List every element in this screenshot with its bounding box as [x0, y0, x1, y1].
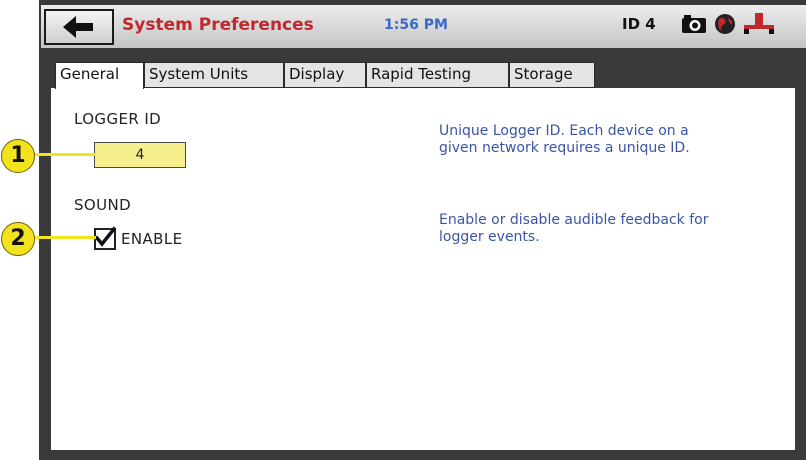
sound-help-line: Enable or disable audible feedback for: [439, 212, 709, 228]
logger-id-help-line: given network requires a unique ID.: [439, 140, 690, 156]
logger-id-help: Unique Logger ID. Each device on a given…: [439, 123, 690, 157]
logger-id-help-line: Unique Logger ID. Each device on a: [439, 123, 689, 139]
sound-enable-checkbox[interactable]: [94, 226, 116, 250]
callout-leader-2: [30, 236, 96, 239]
sound-enable-label[interactable]: ENABLE: [121, 230, 183, 248]
clock: 1:56 PM: [384, 17, 448, 33]
globe-icon[interactable]: [714, 13, 736, 35]
camera-icon[interactable]: [681, 14, 707, 34]
sound-help-line: logger events.: [439, 229, 540, 245]
logger-id-input[interactable]: 4: [94, 142, 186, 168]
callout-2: 2: [1, 222, 35, 256]
tab-display[interactable]: Display: [284, 62, 366, 88]
sound-label: SOUND: [74, 196, 132, 214]
network-icon[interactable]: [742, 11, 776, 37]
checkmark-icon: [94, 226, 116, 247]
tab-system-units[interactable]: System Units: [144, 62, 284, 88]
callout-leader-1: [30, 153, 96, 156]
callout-1: 1: [1, 139, 35, 173]
device-id: ID 4: [622, 15, 656, 33]
logger-id-label: LOGGER ID: [74, 110, 162, 128]
tab-general[interactable]: General: [55, 62, 144, 89]
back-arrow-icon: [63, 16, 93, 38]
tab-storage[interactable]: Storage: [509, 62, 595, 88]
screen-title: System Preferences: [122, 15, 314, 35]
back-button[interactable]: [44, 9, 114, 45]
sound-help: Enable or disable audible feedback for l…: [439, 212, 708, 246]
tab-rapid-testing[interactable]: Rapid Testing: [366, 62, 509, 88]
